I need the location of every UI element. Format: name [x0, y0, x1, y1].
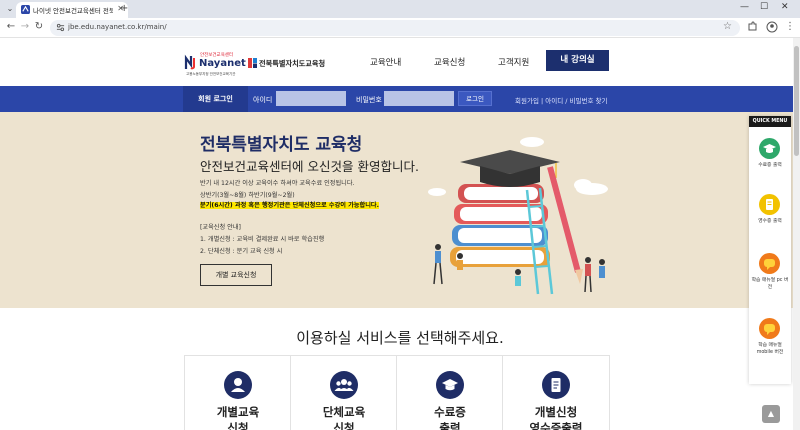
hero-subtitle: 안전보건교육센터에 오신것을 환영합니다.: [200, 159, 419, 174]
favicon-icon: [21, 5, 30, 14]
id-label: 아이디: [253, 96, 273, 104]
hero-line-4: [교육신청 안내]: [200, 224, 241, 231]
chat-icon: [759, 253, 780, 274]
hero-banner: 전북특별자치도 교육청 안전보건교육센터에 오신것을 환영합니다. 반기 내 1…: [0, 112, 800, 308]
pw-input[interactable]: [384, 91, 454, 106]
receipt-icon: [542, 371, 570, 399]
browser-tab[interactable]: 나이넷 안전보건교육센터 전북 ✕: [16, 2, 128, 18]
graduation-cap-icon: [759, 138, 780, 159]
page-scrollbar[interactable]: [793, 38, 800, 430]
hero-notice-highlight: 분기(6시간) 과정 혹은 행정기관은 단체신청으로 수강이 가능합니다.: [200, 202, 379, 209]
user-icon: [224, 371, 252, 399]
forward-icon[interactable]: →: [18, 21, 32, 32]
nayanet-name: Nayanet: [199, 58, 246, 69]
url-text: jbe.edu.nayanet.co.kr/main/: [68, 23, 167, 31]
quick-menu-title: QUICK MENU: [749, 116, 791, 127]
id-input[interactable]: [276, 91, 346, 106]
tab-title: 나이넷 안전보건교육센터 전북: [33, 7, 113, 15]
users-icon: [330, 371, 358, 399]
card-individual-apply[interactable]: 개별교육 신청: [185, 356, 291, 430]
quick-item-label: 영수증 출력: [758, 219, 782, 224]
quick-item-receipt[interactable]: 영수증 출력: [749, 194, 791, 238]
hero-line-6: 2. 단체신청 : 분기 교육 신청 시: [200, 248, 283, 255]
individual-apply-button[interactable]: 개별 교육신청: [200, 264, 272, 286]
address-bar[interactable]: jbe.edu.nayanet.co.kr/main/ ☆: [50, 20, 740, 36]
nayanet-logo[interactable]: 안전보건교육센터 Nayanet 고용노동부지정 안전보건교육기관: [182, 52, 246, 82]
login-label: 회원 로그인: [183, 86, 248, 112]
close-window-icon[interactable]: ✕: [781, 2, 789, 12]
quick-item-label: 수료증 출력: [758, 163, 782, 168]
gnb-edu-info[interactable]: 교육안내: [370, 56, 401, 68]
quick-item-certificate[interactable]: 수료증 출력: [749, 138, 791, 182]
quick-item-label: 학습 매뉴얼 pc 버전: [751, 278, 789, 290]
maximize-icon[interactable]: ☐: [760, 2, 768, 12]
books-graduation-illustration: [433, 150, 605, 295]
tab-search-icon[interactable]: ⌄: [4, 3, 16, 15]
card-group-apply[interactable]: 단체교육 신청: [291, 356, 397, 430]
card-certificate[interactable]: 수료증 출력: [397, 356, 503, 430]
nayanet-logo-mark: [184, 54, 195, 70]
gnb-edu-apply[interactable]: 교육신청: [434, 56, 465, 68]
hero-line-5: 1. 개별신청 : 교육비 결제완료 시 바로 학습진행: [200, 236, 325, 243]
nayanet-subtitle: 고용노동부지정 안전보건교육기관: [186, 72, 236, 76]
card-label: 수료증 출력: [434, 405, 466, 430]
site-info-icon[interactable]: [56, 23, 65, 32]
card-label: 단체교육 신청: [322, 405, 366, 430]
scrollbar-thumb[interactable]: [794, 46, 799, 156]
hero-line-1: 반기 내 12시간 이상 교육이수 하셔야 교육수료 인정됩니다.: [200, 180, 355, 187]
receipt-icon: [759, 194, 780, 215]
browser-tabstrip: ⌄ 나이넷 안전보건교육센터 전북 ✕ + — ☐ ✕: [0, 0, 800, 18]
pw-label: 비밀번호: [356, 96, 382, 104]
service-cards: 개별교육 신청 단체교육 신청 수료증 출력 개별신청 영수증출력: [184, 355, 610, 430]
extensions-icon[interactable]: [746, 21, 758, 33]
gnb-support[interactable]: 고객지원: [498, 56, 529, 68]
login-button[interactable]: 로그인: [458, 91, 492, 106]
minimize-icon[interactable]: —: [740, 2, 749, 12]
service-section-title: 이용하실 서비스를 선택해주세요.: [296, 329, 504, 347]
jeonbuk-edu-text: 전북특별자치도교육청: [259, 59, 326, 68]
my-lecture-button[interactable]: 내 강의실: [546, 50, 609, 71]
reload-icon[interactable]: ↻: [32, 21, 46, 32]
hero-line-2: 상반기(3월~8월) 하반기(9월~2월): [200, 192, 295, 199]
scroll-to-top-button[interactable]: ▲: [762, 405, 780, 423]
site-header: 안전보건교육센터 Nayanet 고용노동부지정 안전보건교육기관 전북특별자치…: [0, 38, 800, 86]
browser-toolbar: ← → ↻ jbe.edu.nayanet.co.kr/main/ ☆ ⋮: [0, 18, 800, 38]
hero-title: 전북특별자치도 교육청: [200, 135, 363, 155]
graduation-cap-icon: [436, 371, 464, 399]
signup-find-links[interactable]: 회원가입 | 아이디 / 비밀번호 찾기: [515, 95, 607, 105]
card-label: 개별교육 신청: [216, 405, 260, 430]
card-label: 개별신청 영수증출력: [529, 405, 583, 430]
profile-icon[interactable]: [766, 21, 778, 33]
quick-item-manual-pc[interactable]: 학습 매뉴얼 pc 버전: [749, 253, 791, 305]
back-icon[interactable]: ←: [4, 21, 18, 32]
login-bar: 회원 로그인 아이디 비밀번호 로그인 회원가입 | 아이디 / 비밀번호 찾기: [0, 86, 800, 112]
jeonbuk-emblem-icon: [248, 58, 257, 68]
card-receipt[interactable]: 개별신청 영수증출력: [503, 356, 610, 430]
hero-background-art: [428, 137, 608, 196]
browser-menu-icon[interactable]: ⋮: [783, 21, 797, 32]
bookmark-star-icon[interactable]: ☆: [723, 21, 732, 32]
new-tab-icon[interactable]: +: [120, 3, 128, 14]
